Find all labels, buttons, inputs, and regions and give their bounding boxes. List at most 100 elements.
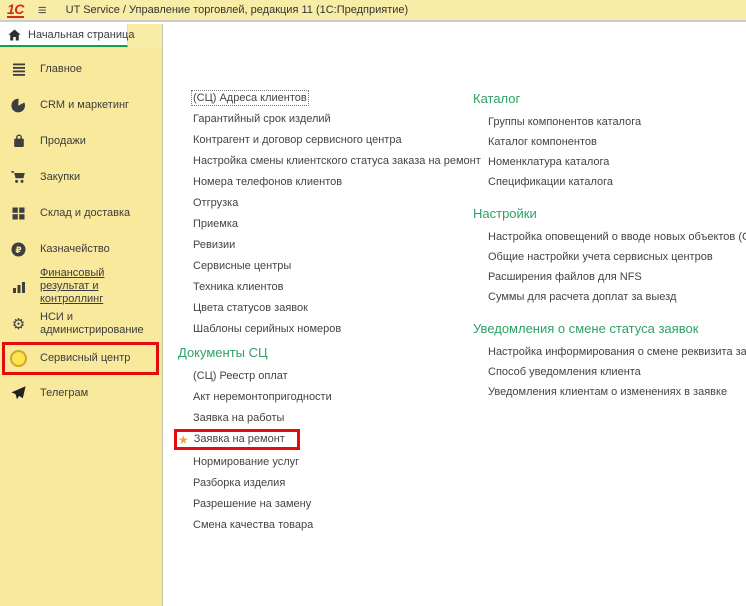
link-client-phone-numbers[interactable]: Номера телефонов клиентов [178,172,478,193]
sidebar-item-label: CRM и маркетинг [40,99,129,112]
link-component-catalog[interactable]: Каталог компонентов [473,132,746,152]
link-label: Расширения файлов для NFS [488,271,642,283]
link-label: Заявка на работы [193,412,284,424]
sidebar-item-label: Продажи [40,135,86,148]
star-icon: ★ [178,434,189,446]
link-general-sc-settings[interactable]: Общие настройки учета сервисных центров [473,247,746,267]
link-label: Приемка [193,218,238,230]
link-client-notification-method[interactable]: Способ уведомления клиента [473,362,746,382]
pie-chart-icon [10,98,27,113]
sidebar-item-purchases[interactable]: Закупки [0,159,162,195]
sidebar-item-label: НСИ и администрирование [40,311,156,337]
sidebar-item-financial-result[interactable]: Финансовый результат и контроллинг [0,267,162,306]
link-sc-payment-register[interactable]: (СЦ) Реестр оплат [178,366,478,387]
link-label: Разборка изделия [193,477,285,489]
section-title-catalog[interactable]: Каталог [473,88,746,109]
link-warranty-period[interactable]: Гарантийный срок изделий [178,109,478,130]
link-product-disassembly[interactable]: Разборка изделия [178,473,478,494]
link-label: Спецификации каталога [488,176,613,188]
sidebar-item-crm[interactable]: CRM и маркетинг [0,87,162,123]
link-service-rationing[interactable]: Нормирование услуг [178,452,478,473]
link-label: Техника клиентов [193,281,284,293]
link-label: Акт неремонтопригодности [193,391,332,403]
sidebar-item-label: Главное [40,63,82,76]
link-label: Способ уведомления клиента [488,366,641,378]
link-label: Настройка информирования о смене реквизи… [488,346,746,358]
link-label: (СЦ) Адреса клиентов [193,92,307,104]
link-nfs-file-extensions[interactable]: Расширения файлов для NFS [473,267,746,287]
link-new-object-notifications[interactable]: Настройка оповещений о вводе новых объек… [473,227,746,247]
sidebar-item-nsi-administration[interactable]: ⚙ НСИ и администрирование [0,306,162,342]
sidebar-item-label: Казначейство [40,243,110,256]
section-title-documents-sc[interactable]: Документы СЦ [178,342,478,363]
1c-logo: 1С [7,3,24,18]
link-goods-quality-change[interactable]: Смена качества товара [178,515,478,536]
grid-icon [10,207,27,220]
link-label: Контрагент и договор сервисного центра [193,134,402,146]
link-revisions[interactable]: Ревизии [178,235,478,256]
menu-lines-icon [10,63,27,76]
tab-label: Начальная страница [28,29,134,41]
yellow-circle-icon [10,350,27,367]
link-catalog-specifications[interactable]: Спецификации каталога [473,172,746,192]
link-label: Настройка смены клиентского статуса зака… [193,155,481,167]
link-work-request[interactable]: Заявка на работы [178,408,478,429]
bag-icon [10,134,27,148]
link-unrepairability-act[interactable]: Акт неремонтопригодности [178,387,478,408]
sidebar-item-label: Сервисный центр [40,352,130,365]
sidebar-item-telegram[interactable]: Телеграм [0,375,162,411]
sidebar-item-treasury[interactable]: ₽ Казначейство [0,231,162,267]
main-menu-icon[interactable]: ≡ [38,3,47,18]
link-label: Гарантийный срок изделий [193,113,331,125]
sidebar-item-warehouse[interactable]: Склад и доставка [0,195,162,231]
link-label: (СЦ) Реестр оплат [193,370,288,382]
section-panel: Главное CRM и маркетинг Продажи Закупки … [0,47,163,606]
link-catalog-component-groups[interactable]: Группы компонентов каталога [473,112,746,132]
link-request-status-colors[interactable]: Цвета статусов заявок [178,298,478,319]
link-label: Ревизии [193,239,235,251]
link-requisite-change-informing[interactable]: Настройка информирования о смене реквизи… [473,342,746,362]
sidebar-item-label: Телеграм [40,387,88,400]
content-column-right: Каталог Группы компонентов каталога Ката… [473,88,746,413]
link-label: Номера телефонов клиентов [193,176,342,188]
link-acceptance[interactable]: Приемка [178,214,478,235]
link-client-equipment[interactable]: Техника клиентов [178,277,478,298]
svg-text:₽: ₽ [15,245,21,255]
link-counterparty-contract[interactable]: Контрагент и договор сервисного центра [178,130,478,151]
link-service-centers[interactable]: Сервисные центры [178,256,478,277]
link-shipment[interactable]: Отгрузка [178,193,478,214]
link-label: Нормирование услуг [193,456,299,468]
sidebar-item-label: Закупки [40,171,80,184]
ruble-circle-icon: ₽ [10,242,27,257]
window-title: UT Service / Управление торговлей, редак… [66,4,409,16]
link-label: Настройка оповещений о вводе новых объек… [488,231,746,243]
section-title-settings[interactable]: Настройки [473,203,746,224]
annotation-red-box: ★ Заявка на ремонт [174,429,300,450]
sidebar-item-sales[interactable]: Продажи [0,123,162,159]
link-label: Суммы для расчета доплат за выезд [488,291,676,303]
link-repair-request[interactable]: ★ Заявка на ремонт [178,429,478,452]
link-sc-client-addresses[interactable]: (СЦ) Адреса клиентов [178,88,478,109]
link-client-change-notifications[interactable]: Уведомления клиентам о изменениях в заяв… [473,382,746,402]
gear-icon: ⚙ [10,317,27,332]
link-label: Разрешение на замену [193,498,311,510]
tab-home-page[interactable]: Начальная страница [0,24,128,47]
section-catalog: Каталог Группы компонентов каталога Ката… [473,88,746,192]
link-serial-number-templates[interactable]: Шаблоны серийных номеров [178,319,478,340]
link-label: Группы компонентов каталога [488,116,641,128]
link-replacement-permission[interactable]: Разрешение на замену [178,494,478,515]
link-label: Уведомления клиентам о изменениях в заяв… [488,386,727,398]
link-label: Каталог компонентов [488,136,597,148]
link-catalog-nomenclature[interactable]: Номенклатура каталога [473,152,746,172]
paper-plane-icon [10,386,27,400]
link-label: Номенклатура каталога [488,156,609,168]
sidebar-item-service-center[interactable]: Сервисный центр [2,342,159,375]
content-column-left: (СЦ) Адреса клиентов Гарантийный срок из… [178,88,478,536]
link-label: Шаблоны серийных номеров [193,323,341,335]
link-visit-surcharge-amounts[interactable]: Суммы для расчета доплат за выезд [473,287,746,307]
sidebar-item-main[interactable]: Главное [0,51,162,87]
link-client-status-change-setting[interactable]: Настройка смены клиентского статуса зака… [178,151,478,172]
section-title-status-notifications[interactable]: Уведомления о смене статуса заявок [473,318,746,339]
cart-icon [10,170,27,184]
link-label: Смена качества товара [193,519,313,531]
